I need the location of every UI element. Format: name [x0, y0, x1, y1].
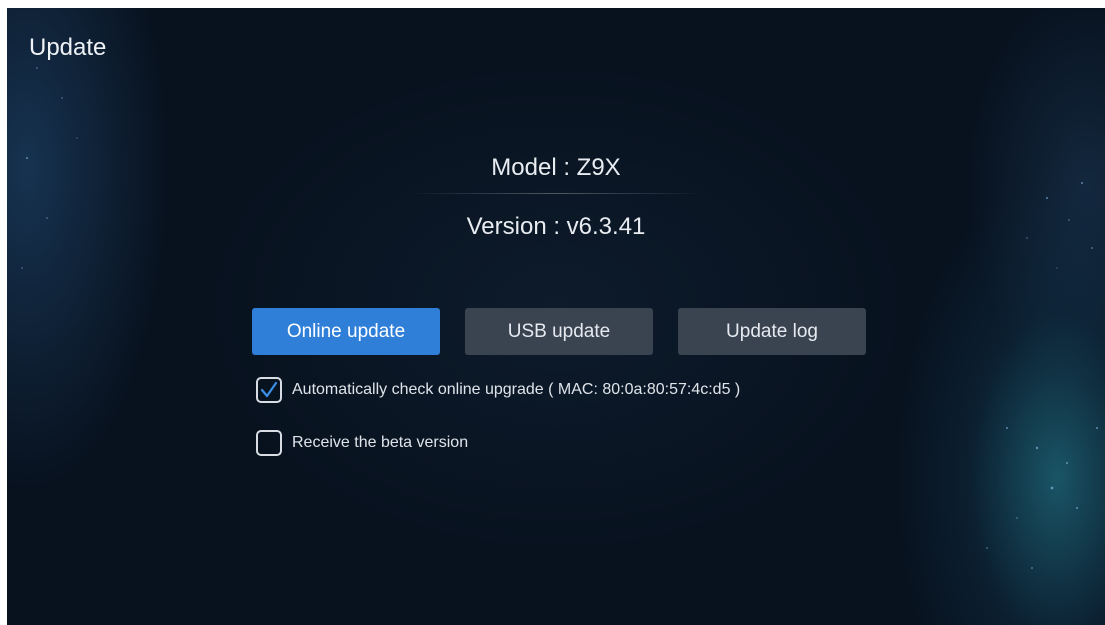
- model-label: Model : Z9X: [491, 154, 621, 181]
- check-icon: [260, 381, 278, 398]
- beta-label: Receive the beta version: [292, 434, 469, 451]
- auto-check-option[interactable]: Automatically check online upgrade ( MAC…: [256, 377, 740, 403]
- update-log-button[interactable]: Update log: [678, 308, 866, 355]
- usb-update-button[interactable]: USB update: [465, 308, 653, 355]
- version-label: Version : v6.3.41: [466, 213, 646, 240]
- beta-checkbox[interactable]: [256, 430, 282, 456]
- beta-option[interactable]: Receive the beta version: [256, 430, 468, 456]
- page-title: Update: [29, 34, 107, 61]
- update-screen: Update Model : Z9X Version : v6.3.41 Onl…: [7, 8, 1105, 625]
- online-update-button[interactable]: Online update: [252, 308, 440, 355]
- auto-check-label: Automatically check online upgrade ( MAC…: [292, 381, 741, 398]
- auto-check-checkbox[interactable]: [256, 377, 282, 403]
- divider: [406, 193, 706, 194]
